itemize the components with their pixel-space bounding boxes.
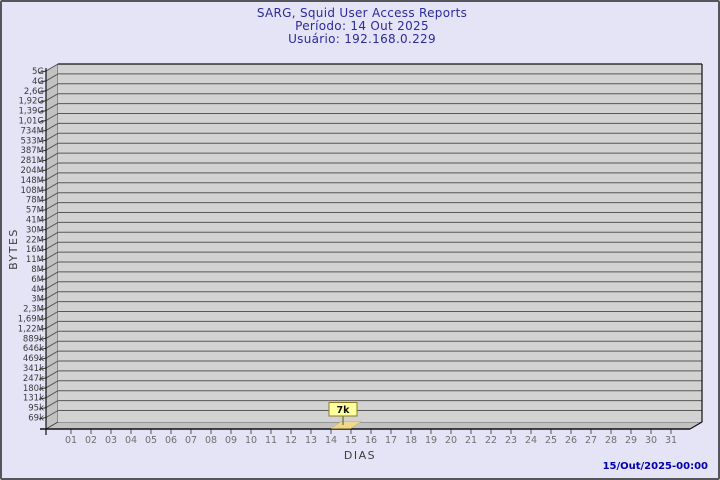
x-tick-label: 10 [245, 435, 257, 446]
y-tick-label: 469k [23, 354, 44, 364]
plot-area [58, 64, 702, 422]
y-tick-label: 5G [32, 67, 44, 77]
y-axis-title: BYTES [7, 228, 20, 270]
y-tick-label: 30M [26, 225, 44, 235]
report-user: Usuário: 192.168.0.229 [288, 32, 436, 46]
y-tick-label: 281M [20, 156, 44, 166]
y-tick-label: 4G [32, 77, 44, 87]
x-tick-label: 21 [465, 435, 477, 446]
y-tick-label: 204M [20, 166, 44, 176]
x-tick-label: 26 [565, 435, 577, 446]
y-tick-label: 4M [31, 285, 44, 295]
y-tick-label: 22M [26, 235, 44, 245]
x-tick-label: 11 [265, 435, 277, 446]
x-tick-label: 12 [285, 435, 297, 446]
data-point-label: 7k [337, 405, 351, 416]
y-tick-label: 1,01G [18, 117, 44, 127]
x-tick-label: 17 [385, 435, 397, 446]
y-tick-label: 6M [31, 275, 44, 285]
x-tick-label: 14 [325, 435, 337, 446]
y-tick-label: 180k [23, 384, 44, 394]
x-tick-label: 22 [485, 435, 497, 446]
sarg-report-image: SARG, Squid User Access Reports Período:… [0, 0, 720, 480]
y-tick-label: 1,22M [18, 324, 44, 334]
x-tick-label: 08 [205, 435, 217, 446]
x-tick-label: 02 [85, 435, 97, 446]
y-tick-label: 148M [20, 176, 44, 186]
x-tick-label: 16 [365, 435, 377, 446]
y-tick-label: 131k [23, 394, 44, 404]
x-tick-label: 31 [665, 435, 677, 446]
y-tick-label: 95k [28, 404, 44, 414]
access-report-chart: SARG, Squid User Access Reports Período:… [2, 2, 718, 478]
y-tick-label: 2,3M [23, 305, 44, 315]
x-tick-label: 04 [125, 435, 137, 446]
x-axis-title: DIAS [344, 449, 376, 462]
x-tick-label: 18 [405, 435, 417, 446]
report-timestamp: 15/Out/2025-00:00 [603, 461, 708, 472]
x-tick-label: 13 [305, 435, 317, 446]
x-tick-label: 28 [605, 435, 617, 446]
chart-floor [46, 422, 702, 429]
x-tick-label: 29 [625, 435, 637, 446]
y-tick-label: 646k [23, 344, 44, 354]
y-tick-label: 8M [31, 265, 44, 275]
y-tick-label: 3M [31, 295, 44, 305]
x-tick-label: 09 [225, 435, 237, 446]
x-tick-label: 24 [525, 435, 537, 446]
y-tick-label: 16M [26, 245, 44, 255]
y-tick-label: 57M [26, 206, 44, 216]
x-tick-label: 01 [65, 435, 77, 446]
y-tick-label: 247k [23, 374, 44, 384]
x-tick-label: 19 [425, 435, 437, 446]
x-tick-label: 06 [165, 435, 177, 446]
x-tick-label: 05 [145, 435, 157, 446]
y-tick-label: 69k [28, 414, 44, 424]
y-tick-label: 1,69M [18, 315, 44, 325]
x-tick-label: 03 [105, 435, 117, 446]
y-tick-label: 889k [23, 334, 44, 344]
x-tick-label: 20 [445, 435, 457, 446]
y-tick-label: 1,39G [18, 107, 44, 117]
x-tick-label: 30 [645, 435, 657, 446]
y-tick-label: 341k [23, 364, 44, 374]
x-axis: 01 02 03 04 05 06 07 08 09 10 11 12 13 14 15 16 17 18 19 20… [65, 430, 677, 447]
y-tick-label: 387M [20, 146, 44, 156]
y-tick-label: 1,92G [18, 97, 44, 107]
y-tick-label: 41M [26, 216, 44, 226]
y-tick-label: 78M [26, 196, 44, 206]
x-tick-label: 07 [185, 435, 197, 446]
y-tick-label: 533M [20, 136, 44, 146]
x-tick-label: 25 [545, 435, 557, 446]
report-period: Período: 14 Out 2025 [295, 19, 429, 33]
x-tick-label: 23 [505, 435, 517, 446]
report-title: SARG, Squid User Access Reports [257, 6, 467, 20]
x-tick-label: 27 [585, 435, 597, 446]
y-tick-label: 108M [20, 186, 44, 196]
y-tick-label: 11M [26, 255, 44, 265]
y-tick-label: 734M [20, 126, 44, 136]
y-tick-label: 2,6G [24, 87, 44, 97]
x-tick-label: 15 [345, 435, 357, 446]
